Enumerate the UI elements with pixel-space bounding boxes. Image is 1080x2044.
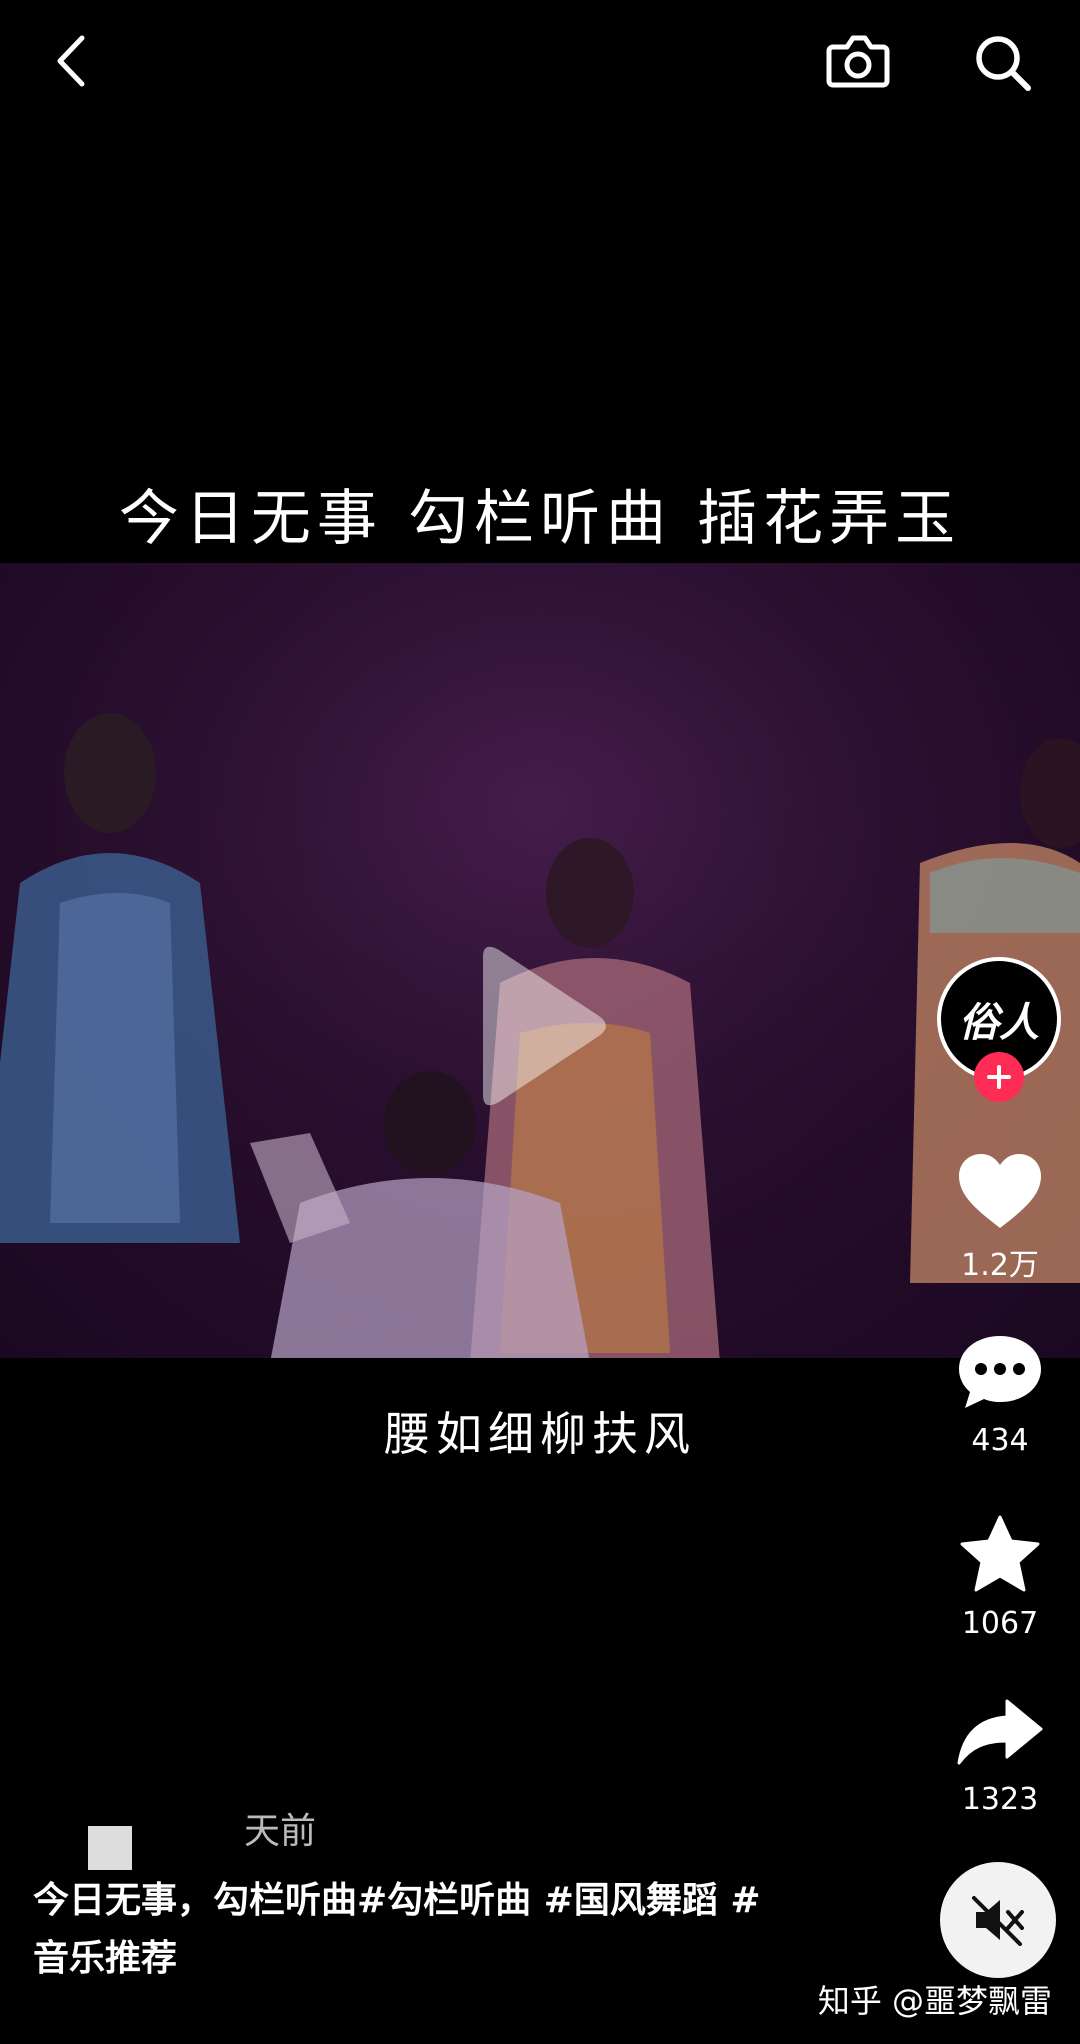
comment-button[interactable] — [950, 1330, 1050, 1414]
chevron-left-icon — [57, 35, 85, 87]
video-player[interactable] — [0, 563, 1080, 1358]
search-button[interactable] — [966, 26, 1040, 100]
search-icon — [976, 36, 1031, 91]
favorite-count: 1067 — [961, 1606, 1039, 1641]
share-button[interactable] — [950, 1690, 1050, 1774]
post-time: 天前 — [244, 1811, 317, 1852]
camera-button[interactable] — [820, 26, 896, 96]
speaker-muted-icon — [972, 1896, 1024, 1946]
like-count: 1.2万 — [961, 1248, 1039, 1283]
author-avatar-placeholder[interactable] — [88, 1826, 132, 1870]
comment-icon — [959, 1336, 1041, 1408]
heart-icon — [959, 1154, 1041, 1228]
camera-icon — [826, 35, 890, 88]
comment-count: 434 — [971, 1423, 1029, 1458]
play-icon[interactable] — [463, 943, 613, 1113]
plus-icon — [987, 1065, 1011, 1089]
share-icon — [957, 1699, 1043, 1765]
favorite-button[interactable] — [950, 1512, 1050, 1596]
video-subtitle-caption: 腰如细柳扶风 — [384, 1407, 696, 1461]
share-count: 1323 — [961, 1782, 1039, 1817]
watermark: 知乎 @噩梦飘雷 — [817, 1982, 1052, 2020]
mute-button[interactable] — [940, 1862, 1056, 1978]
description-line-1: 今日无事，勾栏听曲#勾栏听曲 #国风舞蹈 # — [33, 1880, 761, 1921]
follow-button[interactable] — [974, 1052, 1024, 1102]
back-button[interactable] — [40, 28, 100, 94]
post-description[interactable]: 今日无事，勾栏听曲#勾栏听曲 #国风舞蹈 # 音乐推荐 — [33, 1872, 833, 1988]
video-title-caption: 今日无事 勾栏听曲 插花弄玉 — [118, 484, 962, 554]
star-icon — [960, 1515, 1040, 1592]
description-line-2: 音乐推荐 — [33, 1938, 178, 1979]
like-button[interactable] — [950, 1148, 1050, 1234]
avatar-text: 俗人 — [959, 999, 1039, 1046]
